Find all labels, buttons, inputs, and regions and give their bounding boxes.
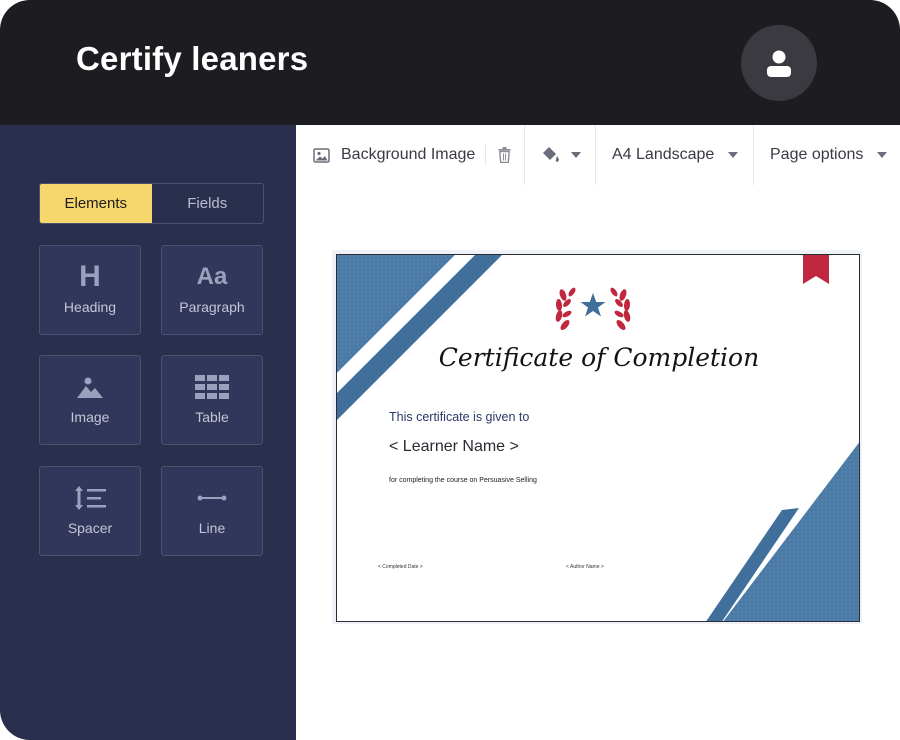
certificate-title: Certificate of Completion [438,343,760,372]
elements-sidebar: Elements Fields H Heading Aa Paragraph I… [0,125,296,740]
page-options-label: Page options [770,146,864,163]
chevron-down-icon [877,152,888,158]
author-name-field[interactable]: < Author Name > [566,564,604,570]
tab-fields[interactable]: Fields [152,184,264,223]
element-heading[interactable]: H Heading [39,245,141,335]
divider [753,125,754,185]
image-icon [40,372,140,402]
background-image-label: Background Image [341,146,476,163]
paragraph-icon: Aa [196,263,228,290]
element-spacer[interactable]: Spacer [39,466,141,556]
element-table[interactable]: Table [161,355,263,445]
divider [595,125,596,185]
course-text: for completing the course on Persuasive … [389,477,537,484]
element-spacer-label: Spacer [67,520,113,536]
chevron-down-icon [571,152,581,158]
user-icon [767,50,791,77]
chevron-down-icon [728,152,739,158]
background-image-icon [313,147,330,163]
element-table-label: Table [195,409,229,425]
element-heading-label: Heading [63,299,117,315]
completed-date-field[interactable]: < Completed Date > [378,564,423,570]
element-paragraph-label: Paragraph [179,299,245,315]
trash-icon [498,147,511,163]
heading-icon: H [79,260,101,293]
top-header: Certify leaners [0,0,900,125]
fill-color-dropdown[interactable] [541,125,581,185]
page-size-label: A4 Landscape [612,146,715,163]
sidebar-tabs: Elements Fields [39,183,264,224]
certificate-given-to: This certificate is given to [389,410,530,424]
element-image[interactable]: Image [39,355,141,445]
divider [524,125,525,185]
avatar[interactable] [741,25,817,101]
paint-bucket-icon [543,147,559,162]
tab-elements[interactable]: Elements [40,184,152,223]
learner-name-field[interactable]: < Learner Name > [389,438,519,456]
app-window: Certify leaners Elements Fields H Headin… [0,0,900,740]
page-title: Certify leaners [76,40,309,77]
spacer-icon [40,483,140,513]
background-image-button[interactable]: Background Image [313,125,475,185]
page-options-dropdown[interactable]: Page options [770,125,888,185]
element-paragraph[interactable]: Aa Paragraph [161,245,263,335]
table-icon [162,372,262,402]
element-line[interactable]: Line [161,466,263,556]
delete-background-button[interactable] [498,125,511,185]
element-image-label: Image [70,409,110,425]
editor-toolbar: Background Image A4 Landscape Page optio… [296,125,900,185]
element-line-label: Line [198,520,226,536]
divider [485,145,486,165]
line-icon [162,483,262,513]
certificate-preview[interactable]: Certificate of Completion This certifica… [336,254,860,622]
page-size-dropdown[interactable]: A4 Landscape [612,125,739,185]
